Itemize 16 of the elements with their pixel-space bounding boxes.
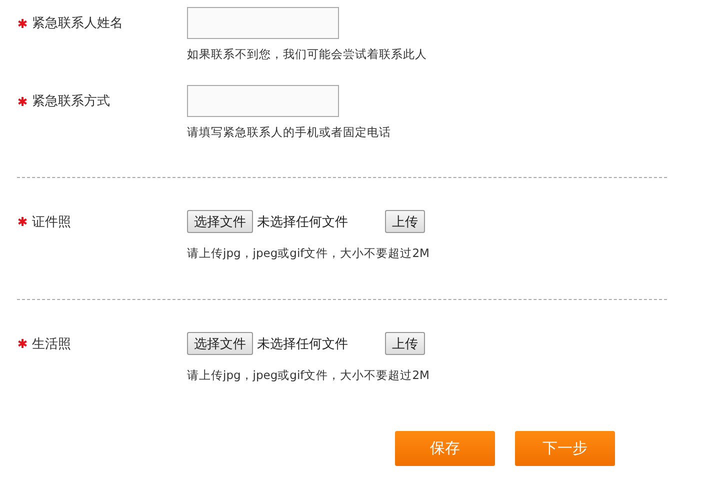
field-label: 紧急联系人姓名 bbox=[32, 15, 123, 32]
choose-file-button[interactable]: 选择文件 bbox=[187, 332, 253, 355]
file-status: 未选择任何文件 bbox=[256, 214, 349, 230]
hint-text: 请填写紧急联系人的手机或者固定电话 bbox=[187, 125, 392, 140]
input-field[interactable] bbox=[187, 7, 339, 39]
hint-text: 如果联系不到您，我们可能会尝试着联系此人 bbox=[187, 47, 428, 62]
file-status: 未选择任何文件 bbox=[256, 336, 349, 352]
choose-file-button[interactable]: 选择文件 bbox=[187, 210, 253, 233]
upload-button[interactable]: 上传 bbox=[385, 210, 425, 233]
hint-text: 请上传jpg，jpeg或gif文件，大小不要超过2M bbox=[187, 246, 430, 261]
field-label: 证件照 bbox=[32, 214, 71, 230]
field-label: 紧急联系方式 bbox=[32, 93, 110, 110]
field-label: 生活照 bbox=[32, 336, 71, 352]
input-field[interactable] bbox=[187, 85, 339, 117]
upload-button[interactable]: 上传 bbox=[385, 332, 425, 355]
hint-text: 请上传jpg，jpeg或gif文件，大小不要超过2M bbox=[187, 368, 430, 383]
